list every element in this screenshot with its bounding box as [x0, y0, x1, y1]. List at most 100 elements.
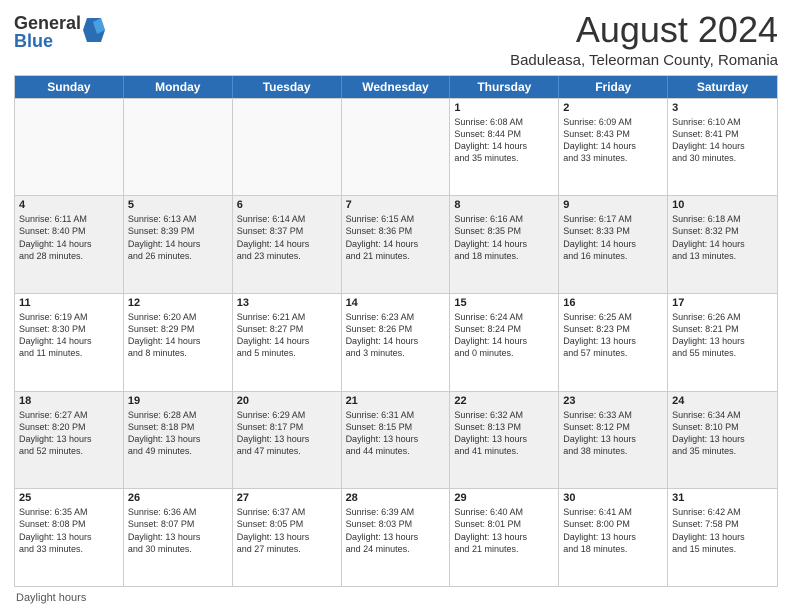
cell-content: Sunrise: 6:21 AM Sunset: 8:27 PM Dayligh… [237, 311, 337, 360]
header-day-thursday: Thursday [450, 76, 559, 98]
header-day-saturday: Saturday [668, 76, 777, 98]
cell-content: Sunrise: 6:26 AM Sunset: 8:21 PM Dayligh… [672, 311, 773, 360]
day-number: 13 [237, 297, 337, 309]
cell-content: Sunrise: 6:31 AM Sunset: 8:15 PM Dayligh… [346, 409, 446, 458]
calendar-cell: 8Sunrise: 6:16 AM Sunset: 8:35 PM Daylig… [450, 196, 559, 293]
day-number: 28 [346, 492, 446, 504]
day-number: 20 [237, 395, 337, 407]
calendar-cell: 21 Sunrise: 6:31 AM Sunset: 8:15 PM Dayli… [342, 392, 451, 489]
cell-content: Sunrise: 6:39 AM Sunset: 8:03 PM Dayligh… [346, 506, 446, 555]
calendar-cell: 11 Sunrise: 6:19 AM Sunset: 8:30 PM Dayli… [15, 294, 124, 391]
day-number: 25 [19, 492, 119, 504]
day-number: 14 [346, 297, 446, 309]
day-number: 5 [128, 199, 228, 211]
calendar-cell: 16 Sunrise: 6:25 AM Sunset: 8:23 PM Dayli… [559, 294, 668, 391]
calendar-cell: 3Sunrise: 6:10 AM Sunset: 8:41 PM Daylig… [668, 99, 777, 196]
calendar-cell [124, 99, 233, 196]
cell-content: Sunrise: 6:14 AM Sunset: 8:37 PM Dayligh… [237, 213, 337, 262]
day-number: 12 [128, 297, 228, 309]
day-number: 16 [563, 297, 663, 309]
cell-content: Sunrise: 6:36 AM Sunset: 8:07 PM Dayligh… [128, 506, 228, 555]
day-number: 6 [237, 199, 337, 211]
calendar-cell: 2Sunrise: 6:09 AM Sunset: 8:43 PM Daylig… [559, 99, 668, 196]
calendar-header: SundayMondayTuesdayWednesdayThursdayFrid… [15, 76, 777, 98]
calendar-cell: 19Sunrise: 6:28 AM Sunset: 8:18 PM Dayli… [124, 392, 233, 489]
calendar-cell: 26 Sunrise: 6:36 AM Sunset: 8:07 PM Dayli… [124, 489, 233, 586]
page: General Blue August 2024 Baduleasa, Tele… [0, 0, 792, 612]
calendar-week-1: 1Sunrise: 6:08 AM Sunset: 8:44 PM Daylig… [15, 98, 777, 196]
calendar-cell: 17 Sunrise: 6:26 AM Sunset: 8:21 PM Dayli… [668, 294, 777, 391]
cell-content: Sunrise: 6:42 AM Sunset: 7:58 PM Dayligh… [672, 506, 773, 555]
calendar-week-5: 25Sunrise: 6:35 AM Sunset: 8:08 PM Dayli… [15, 488, 777, 586]
cell-content: Sunrise: 6:13 AM Sunset: 8:39 PM Dayligh… [128, 213, 228, 262]
cell-content: Sunrise: 6:09 AM Sunset: 8:43 PM Dayligh… [563, 116, 663, 165]
day-number: 22 [454, 395, 554, 407]
cell-content: Sunrise: 6:19 AM Sunset: 8:30 PM Dayligh… [19, 311, 119, 360]
logo-icon [83, 16, 105, 44]
header-day-monday: Monday [124, 76, 233, 98]
calendar-cell: 24 Sunrise: 6:34 AM Sunset: 8:10 PM Dayli… [668, 392, 777, 489]
day-number: 1 [454, 102, 554, 114]
day-number: 21 [346, 395, 446, 407]
calendar-cell: 4 Sunrise: 6:11 AM Sunset: 8:40 PM Daylig… [15, 196, 124, 293]
day-number: 29 [454, 492, 554, 504]
calendar-cell: 31 Sunrise: 6:42 AM Sunset: 7:58 PM Dayli… [668, 489, 777, 586]
calendar-cell: 29 Sunrise: 6:40 AM Sunset: 8:01 PM Dayli… [450, 489, 559, 586]
cell-content: Sunrise: 6:23 AM Sunset: 8:26 PM Dayligh… [346, 311, 446, 360]
calendar-cell [342, 99, 451, 196]
cell-content: Sunrise: 6:27 AM Sunset: 8:20 PM Dayligh… [19, 409, 119, 458]
calendar-week-3: 11 Sunrise: 6:19 AM Sunset: 8:30 PM Dayli… [15, 293, 777, 391]
day-number: 26 [128, 492, 228, 504]
title-block: August 2024 Baduleasa, Teleorman County,… [510, 10, 778, 69]
cell-content: Sunrise: 6:32 AM Sunset: 8:13 PM Dayligh… [454, 409, 554, 458]
logo-blue: Blue [14, 32, 81, 50]
logo: General Blue [14, 14, 105, 50]
day-number: 11 [19, 297, 119, 309]
day-number: 9 [563, 199, 663, 211]
cell-content: Sunrise: 6:40 AM Sunset: 8:01 PM Dayligh… [454, 506, 554, 555]
day-number: 27 [237, 492, 337, 504]
day-number: 24 [672, 395, 773, 407]
cell-content: Sunrise: 6:24 AM Sunset: 8:24 PM Dayligh… [454, 311, 554, 360]
cell-content: Sunrise: 6:37 AM Sunset: 8:05 PM Dayligh… [237, 506, 337, 555]
calendar-cell: 1Sunrise: 6:08 AM Sunset: 8:44 PM Daylig… [450, 99, 559, 196]
cell-content: Sunrise: 6:34 AM Sunset: 8:10 PM Dayligh… [672, 409, 773, 458]
calendar-cell: 5 Sunrise: 6:13 AM Sunset: 8:39 PM Daylig… [124, 196, 233, 293]
calendar-cell: 13 Sunrise: 6:21 AM Sunset: 8:27 PM Dayli… [233, 294, 342, 391]
day-number: 15 [454, 297, 554, 309]
calendar-cell [233, 99, 342, 196]
calendar-cell: 20Sunrise: 6:29 AM Sunset: 8:17 PM Dayli… [233, 392, 342, 489]
day-number: 23 [563, 395, 663, 407]
day-number: 18 [19, 395, 119, 407]
cell-content: Sunrise: 6:17 AM Sunset: 8:33 PM Dayligh… [563, 213, 663, 262]
day-number: 10 [672, 199, 773, 211]
day-number: 4 [19, 199, 119, 211]
logo-general: General [14, 14, 81, 32]
logo-text: General Blue [14, 14, 81, 50]
day-number: 31 [672, 492, 773, 504]
cell-content: Sunrise: 6:11 AM Sunset: 8:40 PM Dayligh… [19, 213, 119, 262]
calendar: SundayMondayTuesdayWednesdayThursdayFrid… [14, 75, 778, 587]
cell-content: Sunrise: 6:10 AM Sunset: 8:41 PM Dayligh… [672, 116, 773, 165]
cell-content: Sunrise: 6:16 AM Sunset: 8:35 PM Dayligh… [454, 213, 554, 262]
calendar-week-4: 18 Sunrise: 6:27 AM Sunset: 8:20 PM Dayli… [15, 391, 777, 489]
calendar-week-2: 4 Sunrise: 6:11 AM Sunset: 8:40 PM Daylig… [15, 195, 777, 293]
cell-content: Sunrise: 6:20 AM Sunset: 8:29 PM Dayligh… [128, 311, 228, 360]
daylight-label: Daylight hours [16, 592, 86, 604]
day-number: 17 [672, 297, 773, 309]
cell-content: Sunrise: 6:41 AM Sunset: 8:00 PM Dayligh… [563, 506, 663, 555]
calendar-cell: 23 Sunrise: 6:33 AM Sunset: 8:12 PM Dayli… [559, 392, 668, 489]
cell-content: Sunrise: 6:33 AM Sunset: 8:12 PM Dayligh… [563, 409, 663, 458]
calendar-cell: 7Sunrise: 6:15 AM Sunset: 8:36 PM Daylig… [342, 196, 451, 293]
footer: Daylight hours [14, 592, 778, 604]
day-number: 30 [563, 492, 663, 504]
header-row: General Blue August 2024 Baduleasa, Tele… [14, 10, 778, 69]
cell-content: Sunrise: 6:25 AM Sunset: 8:23 PM Dayligh… [563, 311, 663, 360]
calendar-cell [15, 99, 124, 196]
calendar-cell: 27 Sunrise: 6:37 AM Sunset: 8:05 PM Dayli… [233, 489, 342, 586]
main-title: August 2024 [510, 10, 778, 50]
calendar-cell: 9 Sunrise: 6:17 AM Sunset: 8:33 PM Daylig… [559, 196, 668, 293]
calendar-cell: 25Sunrise: 6:35 AM Sunset: 8:08 PM Dayli… [15, 489, 124, 586]
header-day-wednesday: Wednesday [342, 76, 451, 98]
calendar-cell: 28 Sunrise: 6:39 AM Sunset: 8:03 PM Dayli… [342, 489, 451, 586]
